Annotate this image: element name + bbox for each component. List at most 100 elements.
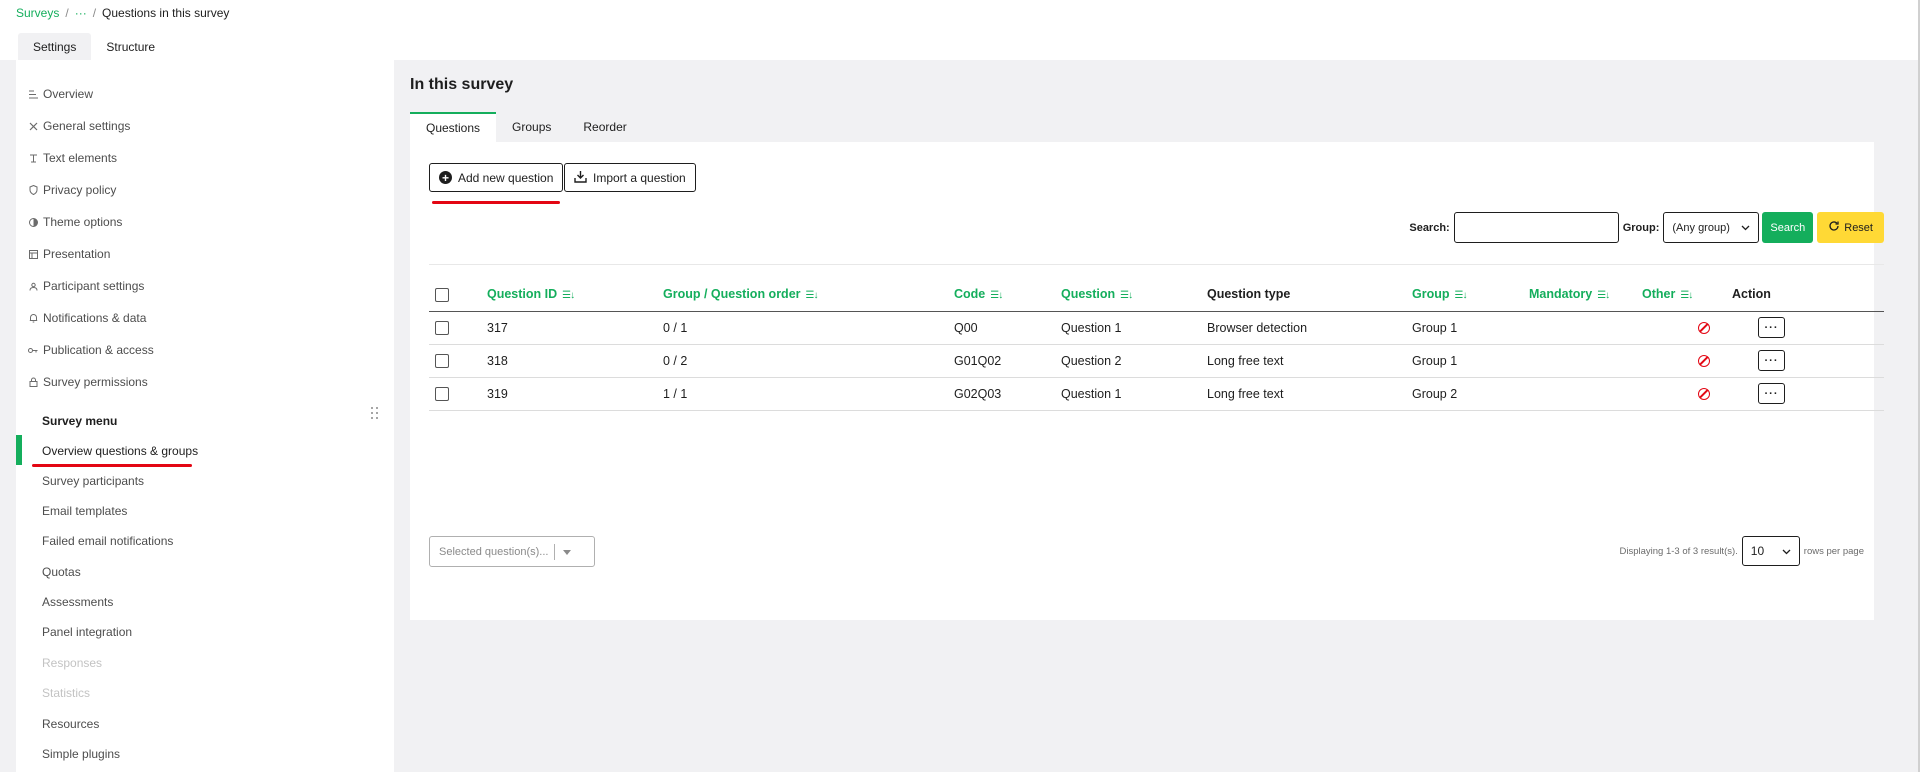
row-checkbox[interactable] (435, 386, 449, 401)
reset-button[interactable]: Reset (1817, 212, 1884, 243)
search-bar: Search: Group: (Any group) Search Reset (1409, 212, 1884, 243)
survey-menu-title: Survey menu (42, 414, 118, 428)
selected-questions-dropdown[interactable]: Selected question(s)... (429, 536, 595, 567)
top-tabs: Settings Structure (18, 33, 170, 60)
sidebar-item-overview[interactable]: Overview (28, 87, 93, 101)
cell-mandatory (1529, 377, 1642, 411)
breadcrumb-separator: / (65, 6, 69, 20)
col-question[interactable]: Question ☰↓ (1061, 278, 1207, 312)
sort-icon: ☰↓ (805, 290, 819, 302)
tab-groups[interactable]: Groups (496, 112, 567, 142)
sidebar-item-general-settings[interactable]: General settings (28, 119, 130, 133)
breadcrumb-separator: / (92, 6, 97, 20)
sidebar-item-survey-permissions[interactable]: Survey permissions (28, 375, 148, 389)
sidebar-item-label: Privacy policy (43, 183, 117, 197)
row-actions-button[interactable]: ··· (1758, 350, 1785, 371)
cell-group: Group 2 (1412, 377, 1529, 411)
cell-other (1642, 344, 1732, 378)
menu-item-email-templates[interactable]: Email templates (42, 504, 127, 518)
select-all-cell (429, 278, 487, 312)
chevron-down-icon (1741, 222, 1750, 234)
row-actions-button[interactable]: ··· (1758, 317, 1785, 338)
menu-item-quotas[interactable]: Quotas (42, 565, 81, 579)
plus-circle-icon: + (439, 171, 452, 184)
row-checkbox[interactable] (435, 320, 449, 335)
cell-question-id: 317 (487, 311, 663, 345)
tab-questions[interactable]: Questions (410, 112, 497, 142)
not-allowed-icon (1698, 355, 1710, 368)
not-allowed-icon (1698, 322, 1710, 335)
import-question-button[interactable]: Import a question (564, 163, 696, 192)
sidebar-item-notifications-data[interactable]: Notifications & data (28, 311, 146, 325)
group-select[interactable]: (Any group) (1663, 212, 1760, 243)
breadcrumb-ellipsis-link[interactable]: ··· (75, 6, 87, 20)
col-group-question-order[interactable]: Group / Question order ☰↓ (663, 278, 954, 312)
sidebar-item-presentation[interactable]: Presentation (28, 247, 110, 261)
highlight-underline (432, 201, 560, 204)
sort-icon: ☰↓ (990, 290, 1003, 302)
rows-per-page-select[interactable]: 10 (1741, 536, 1800, 566)
refresh-icon (1828, 220, 1840, 235)
table-row: 319 1 / 1 G02Q03 Question 1 Long free te… (429, 377, 1884, 411)
col-question-id[interactable]: Question ID ☰↓ (487, 278, 663, 312)
col-group[interactable]: Group ☰↓ (1412, 278, 1529, 312)
list-icon (28, 89, 38, 99)
sidebar-item-text-elements[interactable]: Text elements (28, 151, 117, 165)
col-other[interactable]: Other ☰↓ (1642, 278, 1732, 312)
row-select-cell (429, 311, 487, 345)
page-title: In this survey (410, 76, 514, 93)
text-icon (28, 153, 38, 163)
breadcrumb: Surveys / ··· / Questions in this survey (16, 6, 229, 20)
select-all-checkbox[interactable] (435, 287, 449, 302)
menu-item-survey-participants[interactable]: Survey participants (42, 474, 144, 488)
menu-item-overview-questions-groups[interactable]: Overview questions & groups (42, 444, 198, 458)
menu-item-panel-integration[interactable]: Panel integration (42, 625, 132, 639)
tab-reorder[interactable]: Reorder (567, 112, 642, 142)
menu-item-simple-plugins[interactable]: Simple plugins (42, 747, 120, 761)
sidebar-item-theme-options[interactable]: Theme options (28, 215, 122, 229)
sidebar: Overview General settings Text elements … (16, 60, 394, 772)
tab-structure[interactable]: Structure (91, 33, 170, 60)
sidebar-item-participant-settings[interactable]: Participant settings (28, 279, 144, 293)
main-tabs: Questions Groups Reorder (410, 112, 643, 143)
sidebar-item-label: Notifications & data (43, 311, 147, 325)
row-checkbox[interactable] (435, 353, 449, 368)
col-mandatory[interactable]: Mandatory ☰↓ (1529, 278, 1642, 312)
cell-group: Group 1 (1412, 311, 1529, 345)
cell-question-id: 319 (487, 377, 663, 411)
contrast-icon (28, 217, 38, 227)
tab-settings[interactable]: Settings (18, 33, 92, 60)
bell-icon (28, 313, 38, 323)
cell-code: G01Q02 (954, 344, 1061, 378)
menu-item-assessments[interactable]: Assessments (42, 595, 113, 609)
sidebar-item-publication-access[interactable]: Publication & access (28, 343, 154, 357)
reset-label: Reset (1844, 221, 1873, 234)
cell-order: 0 / 2 (663, 344, 954, 378)
sidebar-item-privacy-policy[interactable]: Privacy policy (28, 183, 116, 197)
add-new-question-button[interactable]: + Add new question (429, 163, 564, 192)
dropdown-separator (554, 543, 556, 560)
questions-table: Question ID ☰↓ Group / Question order ☰↓ C… (429, 278, 1884, 411)
shield-icon (28, 185, 38, 195)
menu-item-failed-email-notifications[interactable]: Failed email notifications (42, 534, 173, 548)
table-header-row: Question ID ☰↓ Group / Question order ☰↓ C… (429, 278, 1884, 312)
rows-per-page-label: rows per page (1803, 545, 1864, 557)
menu-item-resources[interactable]: Resources (42, 717, 99, 731)
col-code[interactable]: Code ☰↓ (954, 278, 1061, 312)
cell-mandatory (1529, 344, 1642, 378)
row-select-cell (429, 377, 487, 411)
row-actions-button[interactable]: ··· (1758, 383, 1785, 404)
sidebar-item-label: Participant settings (43, 279, 145, 293)
search-input[interactable] (1453, 212, 1619, 243)
drag-handle-icon[interactable] (370, 406, 380, 420)
cell-order: 0 / 1 (663, 311, 954, 345)
layout-icon (28, 249, 38, 259)
col-question-type: Question type (1207, 278, 1412, 312)
search-button[interactable]: Search (1762, 212, 1814, 243)
caret-down-icon (563, 546, 572, 558)
import-question-label: Import a question (593, 170, 686, 185)
participants-icon (28, 281, 38, 291)
chevron-down-icon (1782, 544, 1791, 558)
breadcrumb-surveys-link[interactable]: Surveys (16, 6, 59, 20)
import-icon (574, 170, 587, 186)
